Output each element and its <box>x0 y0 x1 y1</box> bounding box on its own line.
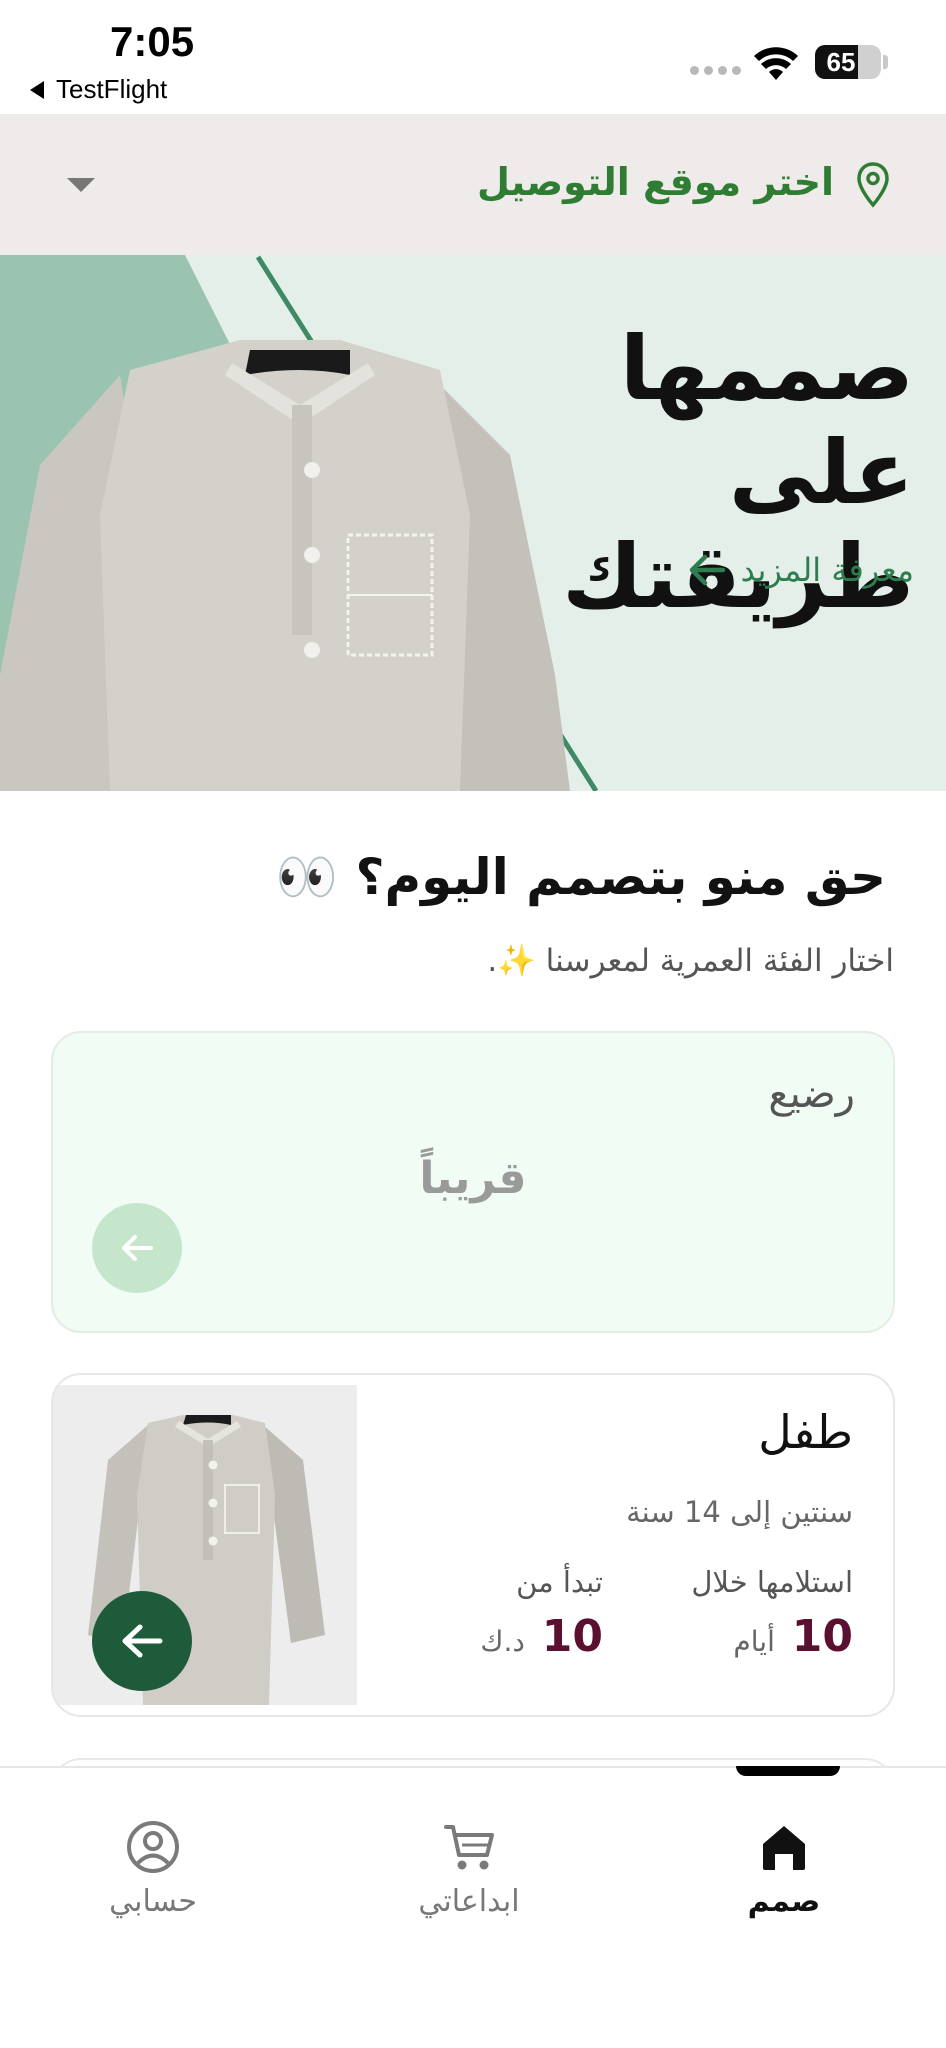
delivery-location-selector[interactable]: اختر موقع التوصيل <box>0 114 946 255</box>
category-title: طفل <box>758 1405 853 1459</box>
chevron-down-icon[interactable] <box>67 178 95 192</box>
delivery-value: 10 أيام <box>691 1611 853 1662</box>
battery-icon: 65 <box>815 45 881 79</box>
wifi-icon <box>754 47 798 80</box>
bottom-navigation: صمم ابداعاتي حسابي <box>0 1766 946 2048</box>
open-category-button[interactable] <box>92 1203 182 1293</box>
status-time: 7:05 <box>110 18 195 65</box>
coming-soon-label: قريباً <box>419 1153 527 1204</box>
delivery-location-label: اختر موقع التوصيل <box>477 160 834 204</box>
tab-label: حسابي <box>109 1884 197 1919</box>
home-icon <box>763 1826 805 1870</box>
tab-label: صمم <box>747 1884 821 1919</box>
arrow-left-icon <box>122 1624 163 1658</box>
age-range: سنتين إلى 14 سنة <box>626 1495 853 1529</box>
open-category-button[interactable] <box>92 1591 192 1691</box>
learn-more-label: معرفة المزيد <box>740 551 914 589</box>
delivery-time: استلامها خلال 10 أيام <box>691 1565 853 1662</box>
active-tab-indicator <box>736 1766 840 1776</box>
category-card-infant[interactable]: رضيع قريباً <box>51 1031 895 1333</box>
location-pin-icon <box>857 162 889 208</box>
arrow-left-icon <box>122 1235 153 1261</box>
back-triangle-icon <box>30 80 44 99</box>
tab-my-creations[interactable]: ابداعاتي <box>369 1818 569 1919</box>
tab-label: ابداعاتي <box>418 1884 520 1919</box>
starting-price: تبدأ من 10 د.ك <box>480 1565 603 1662</box>
category-title: رضيع <box>768 1071 855 1117</box>
tab-design[interactable]: صمم <box>684 1818 884 1919</box>
account-icon <box>127 1821 179 1873</box>
learn-more-link[interactable]: معرفة المزيد <box>687 551 914 589</box>
battery-tip <box>883 55 888 69</box>
status-bar: 7:05 TestFlight 65 <box>0 0 946 114</box>
delivery-label: استلامها خلال <box>691 1565 853 1599</box>
price-currency: د.ك <box>480 1625 525 1658</box>
price-value: 10 د.ك <box>480 1611 603 1662</box>
price-amount: 10 <box>541 1611 603 1662</box>
price-label: تبدأ من <box>516 1565 603 1599</box>
tab-my-account[interactable]: حسابي <box>53 1818 253 1919</box>
battery-level: 65 <box>826 47 856 77</box>
category-card-child[interactable]: طفل سنتين إلى 14 سنة استلامها خلال 10 أي… <box>51 1373 895 1717</box>
back-app-label: TestFlight <box>56 74 168 104</box>
section-title: حق منو بتصمم اليوم؟ 👀 <box>275 848 886 906</box>
section-subtitle: اختار الفئة العمرية لمعرسنا ✨. <box>487 943 894 979</box>
delivery-unit: أيام <box>733 1625 775 1658</box>
arrow-left-icon <box>689 554 725 586</box>
cellular-signal-icon <box>690 66 741 75</box>
hero-banner[interactable]: صممها على طريقتك معرفة المزيد <box>0 255 946 791</box>
delivery-days: 10 <box>791 1611 853 1662</box>
back-to-app-link[interactable]: TestFlight <box>30 74 167 105</box>
cart-icon <box>444 1825 494 1870</box>
